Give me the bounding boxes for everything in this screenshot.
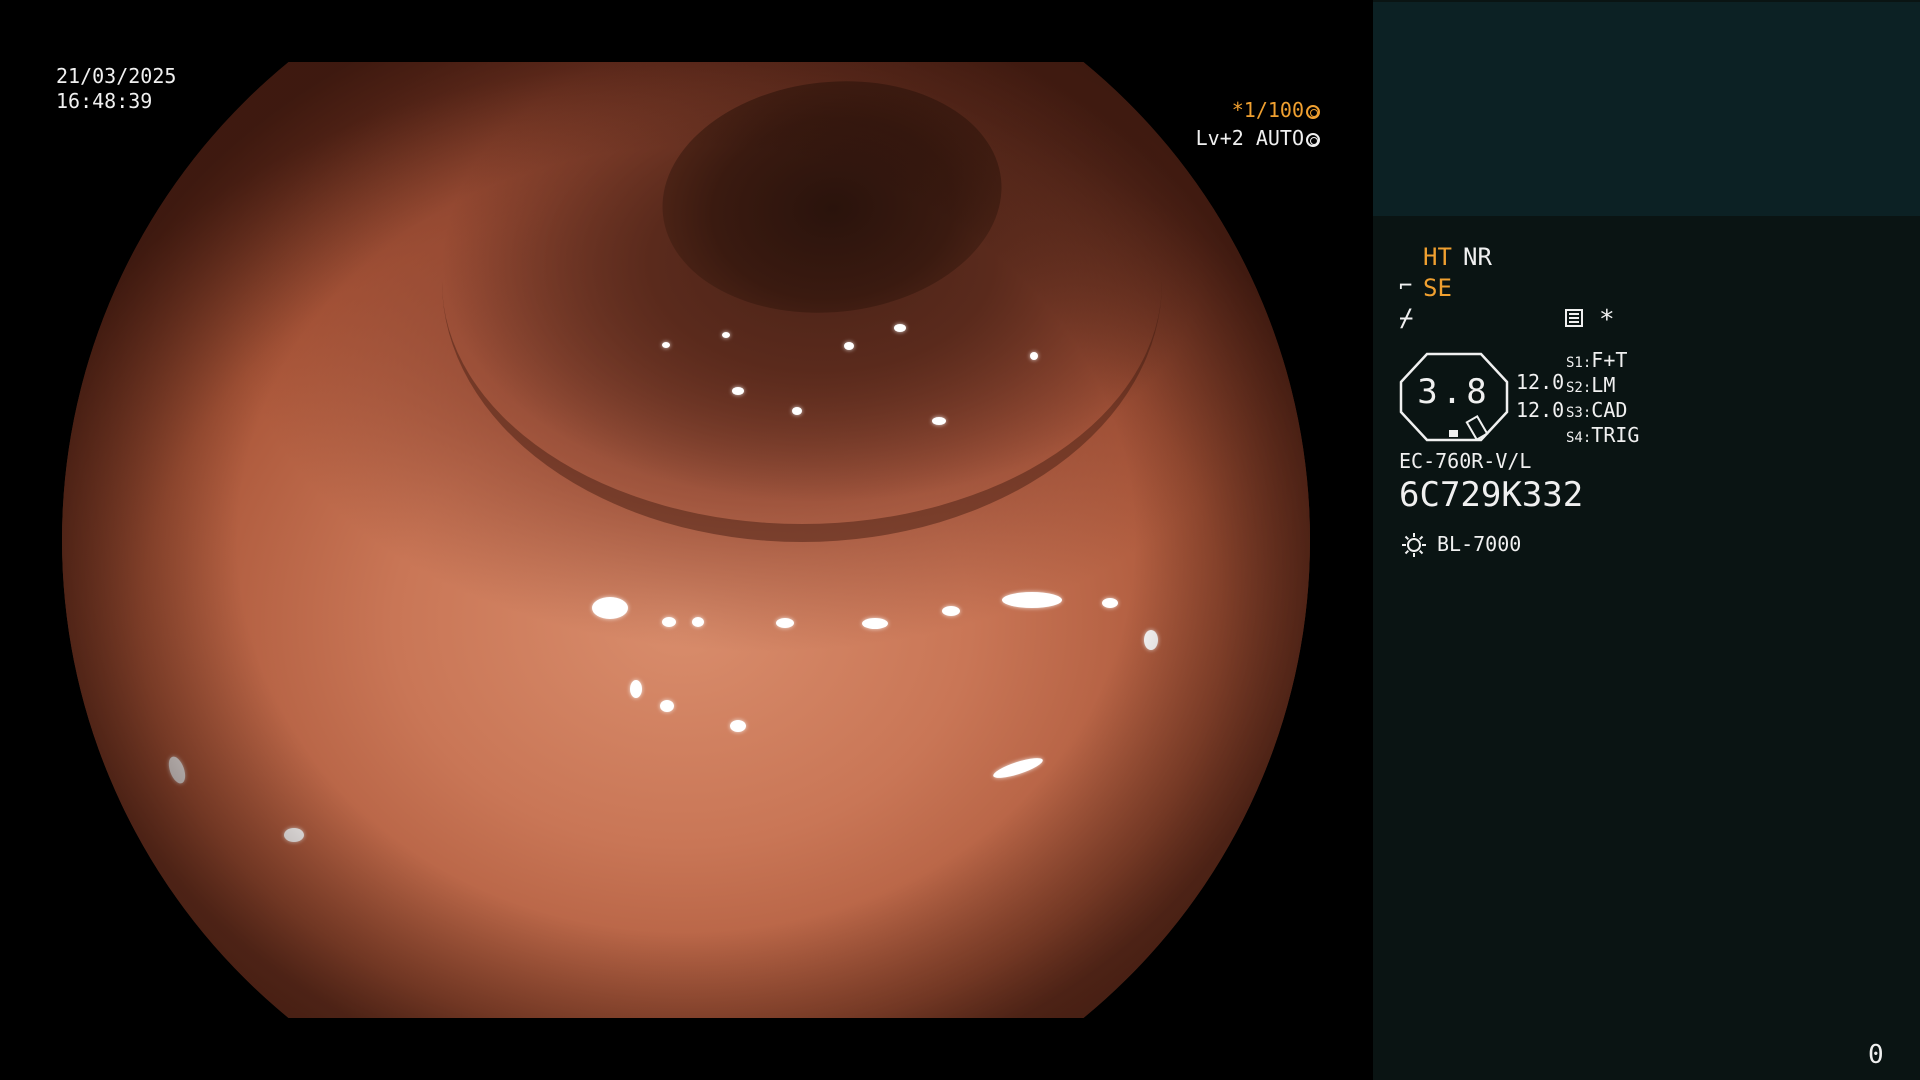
info-panel: HT NR ⌐ SE ⌿ * 3.8 12.0 12.0 S1:F+T S2:L… bbox=[1373, 0, 1920, 1080]
shutter-readout: *1/100 bbox=[1232, 98, 1320, 123]
scope-model: EC-760R-V/L bbox=[1399, 449, 1532, 473]
switch-key: S3 bbox=[1566, 405, 1583, 421]
endoscope-video: 21/03/2025 16:48:39 *1/100 Lv+2 AUTO bbox=[0, 0, 1372, 1080]
value-2: 12.0 bbox=[1516, 398, 1565, 422]
switch-key: S2 bbox=[1566, 380, 1583, 396]
nr-indicator: NR bbox=[1463, 243, 1492, 271]
switch-value: F+T bbox=[1591, 348, 1628, 372]
value-1: 12.0 bbox=[1516, 370, 1565, 394]
light-source: BL-7000 bbox=[1437, 532, 1522, 556]
panel-header-area bbox=[1373, 2, 1920, 216]
scope-icon: ⌐ bbox=[1399, 274, 1413, 299]
switch-value: CAD bbox=[1591, 398, 1628, 422]
scope-serial: 6C729K332 bbox=[1399, 475, 1584, 515]
switch-3: S3:CAD bbox=[1566, 398, 1628, 422]
shutter-icon bbox=[1306, 105, 1320, 119]
switch-1: S1:F+T bbox=[1566, 348, 1628, 372]
date-text: 21/03/2025 bbox=[56, 64, 177, 88]
time-text: 16:48:39 bbox=[56, 89, 153, 113]
switch-2: S2:LM bbox=[1566, 373, 1616, 397]
auto-icon bbox=[1306, 133, 1320, 147]
endoscopic-image bbox=[62, 62, 1310, 1018]
date-time: 21/03/2025 16:48:39 bbox=[56, 64, 176, 114]
lightning-icon: ⌿ bbox=[1399, 304, 1414, 332]
switch-value: LM bbox=[1591, 373, 1616, 397]
switch-key: S1 bbox=[1566, 355, 1583, 371]
switch-key: S4 bbox=[1566, 430, 1583, 446]
sun-icon bbox=[1402, 533, 1426, 557]
ht-indicator: HT bbox=[1423, 243, 1452, 271]
switch-4: S4:TRIG bbox=[1566, 423, 1640, 447]
vignette bbox=[62, 62, 1310, 1018]
shutter-text: *1/100 bbox=[1231, 98, 1304, 122]
se-indicator: SE bbox=[1423, 274, 1452, 302]
zoom-value: 3.8 bbox=[1417, 372, 1491, 412]
image-counter: 0 bbox=[1868, 1040, 1884, 1070]
level-readout: Lv+2 AUTO bbox=[1196, 126, 1320, 151]
level-text: Lv+2 AUTO bbox=[1195, 126, 1304, 150]
menu-icon bbox=[1565, 309, 1583, 327]
switch-value: TRIG bbox=[1591, 423, 1640, 447]
star-indicator: * bbox=[1599, 305, 1615, 335]
